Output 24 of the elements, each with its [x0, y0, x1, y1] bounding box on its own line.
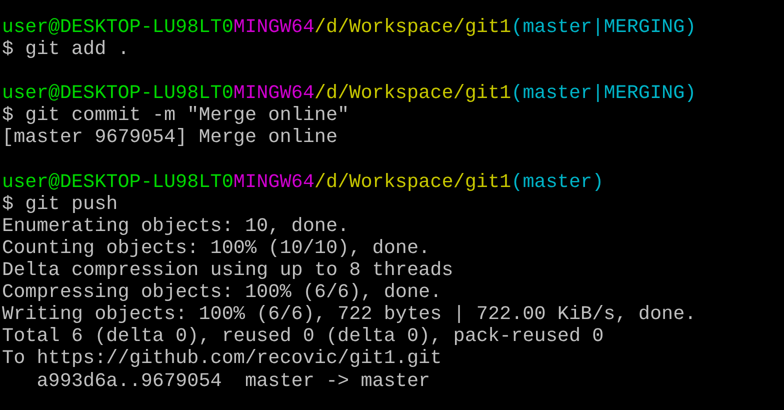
path-text: /d/Workspace/git1 [314, 170, 512, 193]
output-line: To https://github.com/recovic/git1.git [2, 347, 442, 370]
output-line: [master 9679054] Merge online [2, 126, 338, 149]
system-name-text: MINGW64 [233, 16, 314, 38]
user-host-text: user@DESKTOP-LU98LT0 [2, 82, 234, 104]
output-line: Enumerating objects: 10, done. [2, 214, 350, 237]
path-text: /d/Workspace/git1 [314, 82, 512, 104]
command-line: $ git add . [2, 38, 130, 60]
command-line: $ git push [2, 192, 118, 215]
branch-text: (master) [511, 170, 604, 193]
user-host-text: user@DESKTOP-LU98LT0 [2, 16, 234, 38]
system-name-text: MINGW64 [233, 82, 314, 104]
output-line: Compressing objects: 100% (6/6), done. [2, 281, 442, 304]
output-line: Counting objects: 100% (10/10), done. [2, 236, 430, 260]
output-line: a993d6a..9679054 master -> master [36, 370, 430, 392]
output-line: Writing objects: 100% (6/6), 722 bytes | 722.00 KiB/s, done. [2, 303, 696, 326]
command-line: $ git commit -m "Merge online" [2, 104, 350, 126]
system-name-text: MINGW64 [233, 170, 314, 193]
user-host-text: user@DESKTOP-LU98LT0 [2, 170, 234, 193]
branch-text: (master|MERGING) [511, 16, 696, 38]
branch-text: (master|MERGING) [511, 82, 696, 104]
output-line: Delta compression using up to 8 threads [2, 259, 454, 282]
output-line: Total 6 (delta 0), reused 0 (delta 0), pack-reused 0 [2, 325, 604, 348]
path-text: /d/Workspace/git1 [314, 16, 512, 38]
